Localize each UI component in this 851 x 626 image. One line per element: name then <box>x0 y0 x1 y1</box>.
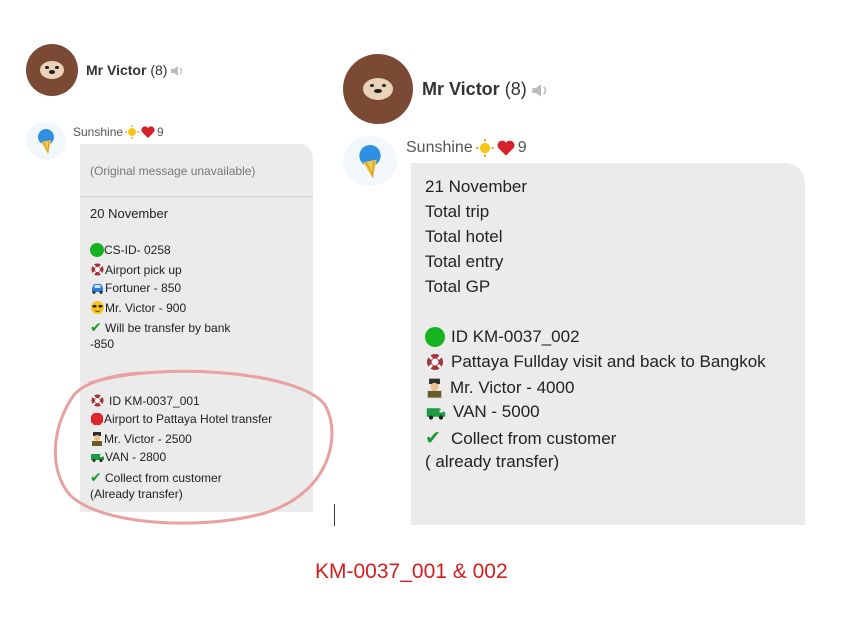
sunglasses-face-icon <box>91 301 104 314</box>
bear-face-icon <box>40 61 64 79</box>
msg-line-total-gp: Total GP <box>425 277 491 296</box>
quote-divider <box>80 196 313 197</box>
caption-label: KM-0037_001 & 002 <box>315 560 508 583</box>
member-count: (8) <box>150 62 168 78</box>
green-circle-icon <box>90 243 104 257</box>
msg-line-total-trip: Total trip <box>425 202 490 221</box>
msg-line-minus-850: -850 <box>90 337 115 351</box>
lifebuoy-icon <box>427 354 443 370</box>
van-icon <box>426 407 446 420</box>
chat-name-text: Mr Victor <box>422 79 500 99</box>
heart-icon <box>141 125 155 138</box>
speaker-icon[interactable] <box>171 65 185 77</box>
text-cursor <box>334 504 335 526</box>
right-sender-line: Sunshine 9 <box>406 139 527 157</box>
heart-icon <box>497 140 515 156</box>
msg-line-already-transfer: ( already transfer) <box>425 452 560 471</box>
right-bear-avatar[interactable] <box>343 54 413 124</box>
left-sender-line: Sunshine 9 <box>73 125 164 139</box>
check-icon: ✔ <box>90 319 102 335</box>
sun-icon <box>475 139 494 157</box>
msg-line-victor-900: Mr. Victor - 900 <box>90 300 186 315</box>
msg-line-date: 21 November <box>425 177 528 196</box>
check-icon: ✔ <box>425 428 441 449</box>
msg-line-fortuner: Fortuner - 850 <box>90 281 181 295</box>
msg-line-pattaya: Pattaya Fullday visit and back to Bangko… <box>425 352 766 372</box>
msg-line-pickup: Airport pick up <box>90 262 182 277</box>
officer-icon <box>427 378 442 398</box>
car-icon <box>92 283 103 294</box>
msg-line-transfer-bank: ✔ Will be transfer by bank <box>90 319 231 335</box>
badge-count: 9 <box>157 125 164 139</box>
highlight-circle <box>53 369 334 525</box>
chat-name-text: Mr Victor <box>86 62 147 78</box>
msg-line-csid: CS-ID- 0258 <box>90 243 171 257</box>
bear-face-icon <box>363 78 393 100</box>
left-bear-avatar[interactable] <box>26 44 78 96</box>
sender-name: Sunshine <box>73 125 124 139</box>
right-sender-avatar[interactable] <box>343 136 397 186</box>
quoted-message: (Original message unavailable) <box>90 164 256 178</box>
msg-line-victor-4000: Mr. Victor - 4000 <box>425 377 574 398</box>
badge-count: 9 <box>517 139 527 156</box>
msg-line-total-entry: Total entry <box>425 252 504 271</box>
msg-line-collect: ✔ Collect from customer <box>425 428 617 449</box>
right-message-bubble[interactable]: 21 November Total trip Total hotel Total… <box>411 163 805 525</box>
lifebuoy-icon <box>91 263 104 276</box>
msg-line-date: 20 November <box>90 206 169 221</box>
speaker-icon[interactable] <box>531 83 550 98</box>
left-chat-name: Mr Victor (8) <box>86 62 185 78</box>
msg-line-van-5000: VAN - 5000 <box>425 402 540 422</box>
sun-icon <box>125 125 140 139</box>
left-sender-avatar[interactable] <box>26 122 66 160</box>
sunshine-avatar-icon <box>38 129 54 154</box>
msg-line-id-002: ID KM-0037_002 <box>425 327 580 347</box>
right-chat-name: Mr Victor (8) <box>422 79 550 100</box>
sunshine-avatar-icon <box>359 145 381 179</box>
green-circle-icon <box>425 327 445 347</box>
member-count: (8) <box>504 79 527 99</box>
msg-line-total-hotel: Total hotel <box>425 227 503 246</box>
sender-name: Sunshine <box>406 139 473 156</box>
